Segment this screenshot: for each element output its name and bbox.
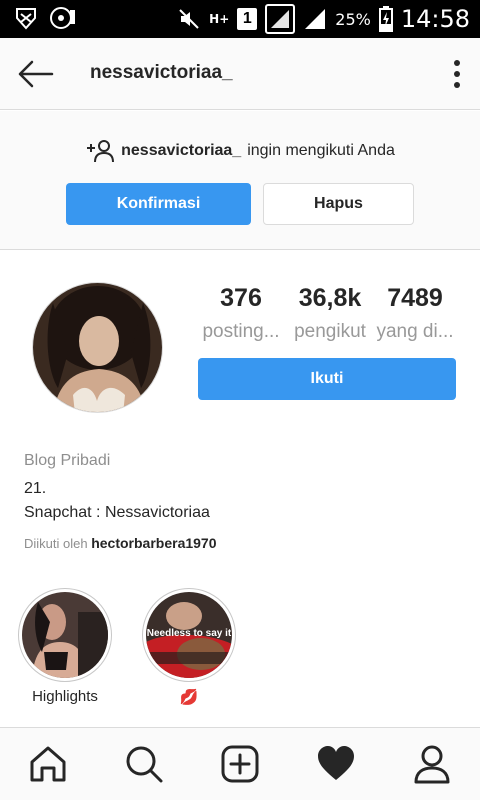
follow-button[interactable]: Ikuti: [198, 358, 456, 400]
highlight-name: 💋: [179, 689, 199, 706]
profile-username-title: nessavictoriaa_: [90, 62, 233, 83]
stat-following[interactable]: 7489 yang di...: [372, 284, 458, 343]
highlight-item[interactable]: Needless to say it 💋: [141, 588, 237, 706]
follow-request-message: nessavictoriaa_ ingin mengikuti Anda: [0, 139, 480, 163]
signal-strength-icon-2: [305, 9, 326, 29]
highlight-thumbnail: [22, 592, 108, 678]
back-arrow-icon[interactable]: [16, 58, 56, 90]
highlight-thumbnail: Needless to say it: [146, 592, 232, 678]
shield-app-icon: [16, 8, 36, 30]
following-label: yang di...: [376, 321, 454, 342]
add-post-icon[interactable]: [220, 744, 260, 784]
followers-label: pengikut: [294, 321, 366, 342]
confirm-button[interactable]: Konfirmasi: [66, 183, 251, 225]
highlight-ring: [18, 588, 112, 682]
profile-category: Blog Pribadi: [24, 452, 111, 469]
avatar-photo: [33, 283, 162, 412]
stat-followers[interactable]: 36,8k pengikut: [287, 284, 373, 343]
bio-line-1: 21.: [24, 480, 47, 497]
profile-icon[interactable]: [412, 744, 452, 784]
delete-button[interactable]: Hapus: [263, 183, 414, 225]
top-app-bar: nessavictoriaa_: [0, 38, 480, 110]
add-person-icon: [87, 140, 115, 163]
muted-volume-icon: [179, 9, 199, 29]
battery-percent: 25%: [335, 9, 371, 29]
follow-request-banner: nessavictoriaa_ ingin mengikuti Anda Kon…: [0, 111, 480, 250]
bio-line-2: Snapchat : Nessavictoriaa: [24, 504, 210, 521]
media-disc-icon: [50, 7, 75, 29]
stat-posts[interactable]: 376 posting...: [198, 284, 284, 343]
highlight-name: Highlights: [32, 688, 98, 705]
signal-strength-icon: [265, 4, 296, 34]
network-type-label: H+: [209, 12, 230, 26]
home-icon[interactable]: [28, 744, 68, 784]
clock: 14:58: [400, 5, 470, 33]
search-icon[interactable]: [124, 744, 164, 784]
posts-label: posting...: [202, 321, 280, 342]
bottom-navigation: [0, 727, 480, 800]
followed-by-user: hectorbarbera1970: [91, 535, 217, 551]
highlight-item[interactable]: Highlights: [17, 588, 113, 705]
followed-by-prefix: Diikuti oleh: [24, 536, 88, 551]
followed-by[interactable]: Diikuti oleh hectorbarbera1970: [24, 535, 217, 551]
followers-count: 36,8k: [298, 284, 362, 312]
status-bar: H+ 1 25% 14:58: [0, 0, 480, 38]
following-count: 7489: [387, 284, 443, 312]
avatar[interactable]: [32, 282, 163, 413]
posts-count: 376: [220, 284, 262, 312]
battery-charging-icon: [378, 6, 393, 32]
request-username[interactable]: nessavictoriaa_: [121, 142, 241, 160]
activity-heart-icon[interactable]: [316, 744, 356, 784]
sim-badge: 1: [237, 8, 258, 30]
highlight-caption: Needless to say it: [146, 628, 232, 639]
more-vertical-icon[interactable]: [452, 58, 462, 90]
highlight-ring: Needless to say it: [142, 588, 236, 682]
request-text: ingin mengikuti Anda: [247, 142, 395, 159]
